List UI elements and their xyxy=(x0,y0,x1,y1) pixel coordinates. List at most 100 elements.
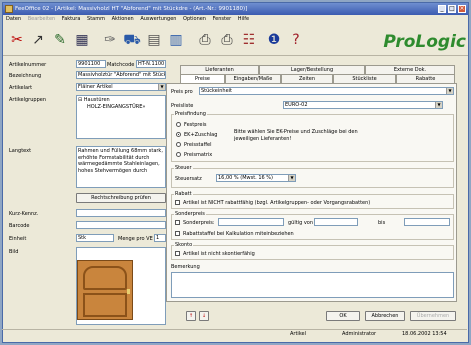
skonto-group: Skonto Artikel ist nicht skontierfähig xyxy=(171,242,454,260)
info-icon[interactable]: ❶ xyxy=(265,31,283,49)
einheit-field[interactable]: Stk xyxy=(76,234,114,242)
ek-zuschlag-radio[interactable] xyxy=(176,132,181,137)
steuer-label: Steuer xyxy=(174,165,193,171)
preisliste-select[interactable]: EURO-02 ▼ xyxy=(283,101,443,109)
bezeichnung-field[interactable]: Massivholztür "Abforend" mit Stückde xyxy=(76,71,166,79)
artikelnummer-field[interactable]: 9901100 xyxy=(76,60,106,68)
nicht-rabattfaehig-checkbox[interactable] xyxy=(175,200,180,205)
preismatrix-label: Preismatrix xyxy=(184,152,213,158)
door-panel-top xyxy=(83,266,127,290)
barcode-label: Barcode xyxy=(9,223,30,229)
rechtschreibung-button[interactable]: Rechtschreibung prüfen xyxy=(76,193,166,203)
festpreis-radio[interactable] xyxy=(176,122,181,127)
artikelart-label: Artikelart xyxy=(9,85,33,91)
tab-rabatte[interactable]: Rabatte xyxy=(396,74,455,83)
artikelgruppen-tree[interactable]: ⊟ Haustüren HOLZ-EINGANGSTÜRE» xyxy=(76,95,166,139)
calendar-icon[interactable]: ▥ xyxy=(167,31,185,49)
status-module: Artikel xyxy=(290,331,307,337)
menu-fenster[interactable]: Fenster xyxy=(213,16,232,22)
menge-label: Menge pro VE xyxy=(118,236,153,242)
bezeichnung-label: Bezeichnung xyxy=(9,73,42,79)
rabattstaffel-checkbox[interactable] xyxy=(175,231,180,236)
tab-externe-dok[interactable]: Externe Dok. xyxy=(365,65,455,74)
tab-stueckliste[interactable]: Stückliste xyxy=(333,74,396,83)
door-panel-bottom xyxy=(83,293,127,317)
close-button[interactable]: × xyxy=(458,5,466,13)
arrow-down-button[interactable]: ↓ xyxy=(199,311,209,321)
steuer-group: Steuer Steuersatz 16,00 % (Mwst. 16 %) ▼ xyxy=(171,165,454,188)
preisstaffel-radio[interactable] xyxy=(176,142,181,147)
gueltig-von-field[interactable] xyxy=(314,218,358,226)
sonderpreis-field[interactable] xyxy=(218,218,284,226)
tab-lager[interactable]: Lager/Bestellung xyxy=(259,65,365,74)
preis-pro-select[interactable]: Stückeinheit ▼ xyxy=(199,87,454,95)
bis-label: bis xyxy=(378,220,386,226)
artikelart-select[interactable]: Fläiner Artikel ▼ xyxy=(76,83,166,91)
kurz-kennz-field[interactable] xyxy=(76,209,166,217)
menu-aktionen[interactable]: Aktionen xyxy=(112,16,134,22)
steuersatz-label: Steuersatz xyxy=(175,176,202,182)
grid-icon[interactable]: ▦ xyxy=(73,31,91,49)
rabatt-group: Rabatt Artikel ist NICHT rabattfähig (bz… xyxy=(171,191,454,209)
chevron-down-icon: ▼ xyxy=(446,88,453,94)
preisfindung-group: Preisfindung Festpreis EK+Zuschlag Preis… xyxy=(171,111,454,162)
sonderpreis-label: Sonderpreis xyxy=(174,211,206,217)
sonderpreis-checkbox[interactable] xyxy=(175,220,180,225)
menu-auswertungen[interactable]: Auswertungen xyxy=(140,16,176,22)
menu-optionen[interactable]: Optionen xyxy=(183,16,206,22)
preisfindung-info: Bitte wählen Sie EK-Preise und Zuschläge… xyxy=(234,129,358,142)
tab-eingaben[interactable]: Eingaben/Maße xyxy=(225,74,281,83)
spray-icon[interactable]: ✑ xyxy=(101,31,119,49)
rabatt-label: Rabatt xyxy=(174,191,193,197)
einheit-label: Einheit xyxy=(9,236,27,242)
menge-field[interactable]: 1 xyxy=(154,234,166,242)
calculator-icon[interactable]: ▤ xyxy=(145,31,163,49)
steuersatz-select[interactable]: 16,00 % (Mwst. 16 %) ▼ xyxy=(216,174,296,182)
ek-zuschlag-label: EK+Zuschlag xyxy=(184,132,218,138)
uebernehmen-button[interactable]: Übernehmen xyxy=(410,311,456,321)
preismatrix-radio[interactable] xyxy=(176,152,181,157)
minimize-button[interactable]: _ xyxy=(438,5,446,13)
bis-field[interactable] xyxy=(404,218,450,226)
sonderpreis-group: Sonderpreis Sonderpreis: gültig von bis … xyxy=(171,211,454,240)
printer2-icon[interactable]: ⎙ xyxy=(218,31,236,49)
app-icon xyxy=(5,5,13,13)
tab-lieferanten[interactable]: Lieferanten xyxy=(180,65,259,74)
menu-bearbeiten[interactable]: Bearbeiten xyxy=(28,16,55,22)
ok-button[interactable]: OK xyxy=(326,311,360,321)
langtext-textarea[interactable]: Rahmen und Füllung 68mm stark, erhöhte F… xyxy=(76,146,166,188)
maximize-button[interactable]: □ xyxy=(448,5,456,13)
skonto-checkbox[interactable] xyxy=(175,251,180,256)
door-image xyxy=(77,260,133,320)
skonto-label: Skonto xyxy=(174,242,194,248)
bemerkung-textarea[interactable] xyxy=(171,272,454,298)
tab-zeiten[interactable]: Zeiten xyxy=(281,74,333,83)
help-icon[interactable]: ? xyxy=(287,31,305,49)
scissors-icon[interactable]: ✂ xyxy=(8,31,26,49)
preis-pro-label: Preis pro xyxy=(171,89,193,95)
menu-daten[interactable]: Daten xyxy=(6,16,21,22)
tools-icon[interactable]: ✎ xyxy=(51,31,69,49)
network-icon[interactable]: ☷ xyxy=(240,31,258,49)
menu-hilfe[interactable]: Hilfe xyxy=(238,16,249,22)
tree-item[interactable]: HOLZ-EINGANGSTÜRE» xyxy=(78,104,164,111)
nicht-rabattfaehig-label: Artikel ist NICHT rabattfähig (bzgl. Art… xyxy=(183,200,371,206)
menu-bar: Daten Bearbeiten Faktura Stamm Aktionen … xyxy=(3,15,468,24)
matchcode-field[interactable]: HT-N.1100 xyxy=(136,60,166,68)
barcode-field[interactable] xyxy=(76,221,166,229)
sonderpreis-check-label: Sonderpreis: xyxy=(183,220,215,226)
artikelgruppen-label: Artikelgruppen xyxy=(9,97,46,103)
preisliste-label: Preisliste xyxy=(171,103,194,109)
preisstaffel-label: Preisstaffel xyxy=(184,142,212,148)
langtext-label: Langtext xyxy=(9,148,32,154)
arrow-up-button[interactable]: ↑ xyxy=(186,311,196,321)
car-icon[interactable]: ⛟ xyxy=(123,31,141,49)
festpreis-label: Festpreis xyxy=(184,122,207,128)
menu-stamm[interactable]: Stamm xyxy=(87,16,105,22)
toolbar: ✂ ↗ ✎ ▦ ✑ ⛟ ▤ ▥ ⎙ ⎙ ☷ ❶ ? ProLogic xyxy=(3,24,468,56)
status-user: Administrator xyxy=(342,331,377,337)
pin-icon[interactable]: ↗ xyxy=(29,31,47,49)
menu-faktura[interactable]: Faktura xyxy=(62,16,81,22)
printer-icon[interactable]: ⎙ xyxy=(196,31,214,49)
abbrechen-button[interactable]: Abbrechen xyxy=(365,311,405,321)
